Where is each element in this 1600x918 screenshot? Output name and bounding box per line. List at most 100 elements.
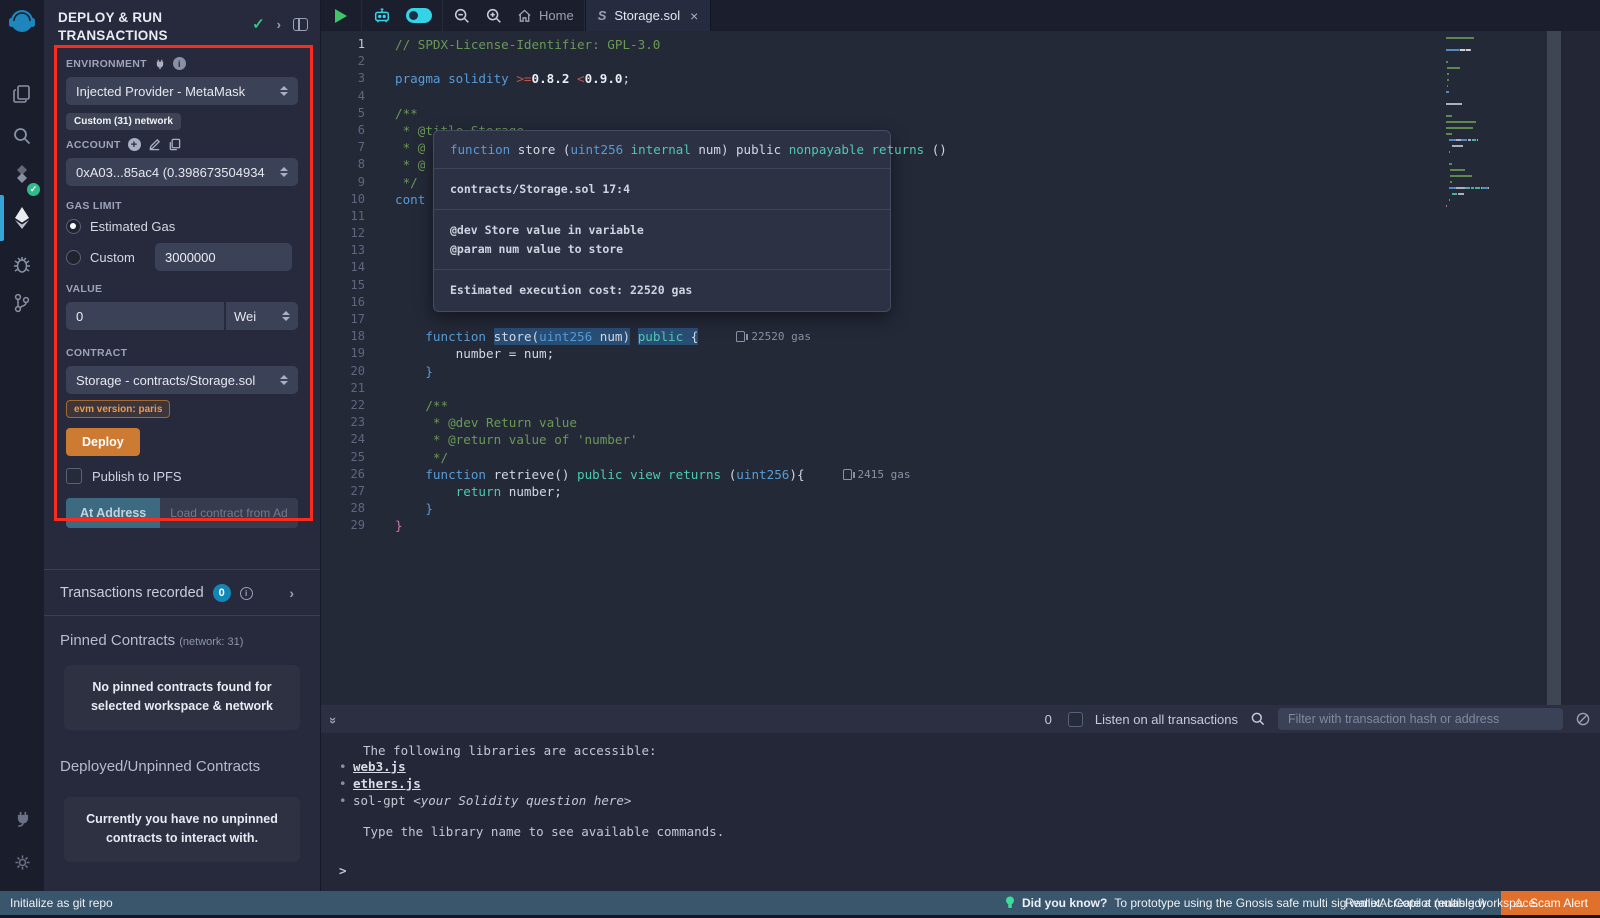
fuel-pump-icon	[736, 331, 745, 342]
add-account-icon[interactable]: +	[128, 138, 141, 151]
code-line: }	[395, 500, 911, 517]
ai-copilot-robot-icon[interactable]	[372, 7, 392, 25]
git-init-status[interactable]: Initialize as git repo	[10, 896, 113, 910]
home-label: Home	[539, 8, 574, 23]
deployed-contracts-title: Deployed/Unpinned Contracts	[44, 730, 320, 775]
file-explorer-icon[interactable]	[0, 76, 44, 112]
library-link[interactable]: ethers.js	[353, 776, 421, 791]
compile-success-badge: ✓	[27, 183, 40, 196]
tooltip-file-path: contracts/Storage.sol 17:4	[434, 169, 890, 210]
line-number: 16	[321, 294, 365, 311]
line-number: 9	[321, 174, 365, 191]
panel-check-icon: ✓	[252, 15, 265, 33]
terminal-output[interactable]: The following libraries are accessible: …	[321, 733, 1600, 891]
environment-value: Injected Provider - MetaMask	[76, 84, 245, 99]
search-icon[interactable]	[0, 118, 44, 154]
publish-ipfs-checkbox[interactable]	[66, 468, 82, 484]
line-number: 14	[321, 259, 365, 276]
line-number: 18	[321, 328, 365, 345]
transactions-expand-icon[interactable]: ›	[289, 585, 294, 601]
panel-forward-icon[interactable]: ›	[277, 17, 281, 32]
deploy-run-icon[interactable]	[0, 200, 44, 236]
line-number: 5	[321, 105, 365, 122]
tip-text: To prototype using the Gnosis safe multi…	[1114, 896, 1538, 910]
transaction-filter-input[interactable]	[1278, 708, 1563, 730]
remix-logo-icon[interactable]	[0, 6, 44, 42]
line-number: 10	[321, 191, 365, 208]
line-number: 22	[321, 397, 365, 414]
copilot-toggle[interactable]	[406, 8, 432, 23]
line-number: 19	[321, 345, 365, 362]
code-line: /**	[395, 397, 911, 414]
value-unit-select[interactable]: Wei	[226, 302, 298, 330]
edit-account-icon[interactable]	[148, 138, 161, 151]
terminal-list-item: sol-gpt <your Solidity question here>	[339, 793, 1600, 810]
code-line: return number;	[395, 483, 911, 500]
line-number: 13	[321, 242, 365, 259]
terminal-collapse-icon[interactable]: »	[326, 716, 341, 721]
tip-title: Did you know?	[1022, 896, 1107, 910]
line-number: 25	[321, 449, 365, 466]
plug-icon[interactable]	[154, 58, 166, 70]
listen-all-transactions-checkbox[interactable]	[1068, 712, 1083, 727]
solidity-file-icon: S	[598, 8, 607, 23]
home-tab[interactable]: Home	[517, 8, 574, 23]
line-number: 15	[321, 277, 365, 294]
line-number: 2	[321, 53, 365, 70]
line-number: 24	[321, 431, 365, 448]
account-select[interactable]: 0xA03...85ac4 (0.398673504934	[66, 158, 298, 186]
lightbulb-icon	[1005, 896, 1015, 910]
environment-select[interactable]: Injected Provider - MetaMask	[66, 77, 298, 105]
clear-console-icon[interactable]	[1575, 711, 1591, 727]
at-address-input[interactable]	[160, 498, 298, 528]
line-number: 26	[321, 466, 365, 483]
line-number: 6	[321, 122, 365, 139]
copy-account-icon[interactable]	[168, 138, 181, 151]
scam-alert-label: Scam Alert	[1530, 896, 1588, 910]
contract-select[interactable]: Storage - contracts/Storage.sol	[66, 366, 298, 394]
zoom-out-icon[interactable]	[453, 7, 471, 25]
tab-storage-sol[interactable]: S Storage.sol ×	[585, 0, 712, 31]
plugin-manager-icon[interactable]	[0, 800, 44, 836]
code-editor[interactable]: 1234567891011121314151617181920212223242…	[321, 31, 1600, 705]
transactions-info-icon[interactable]: i	[240, 587, 253, 600]
at-address-button[interactable]: At Address	[66, 498, 160, 528]
did-you-know-tip: Did you know? To prototype using the Gno…	[1005, 896, 1539, 910]
environment-info-icon[interactable]: i	[173, 57, 186, 70]
close-tab-icon[interactable]: ×	[690, 8, 698, 24]
code-line: * @return value of 'number'	[395, 431, 911, 448]
terminal-prompt[interactable]: >	[339, 863, 1600, 878]
select-caret-icon	[282, 311, 290, 321]
pinned-contracts-title: Pinned Contracts (network: 31)	[44, 616, 320, 649]
pin-panel-icon[interactable]	[293, 18, 308, 31]
line-number: 27	[321, 483, 365, 500]
run-script-icon[interactable]	[335, 9, 347, 23]
git-icon[interactable]	[0, 285, 44, 321]
status-bar: Initialize as git repo Did you know? To …	[0, 891, 1600, 915]
line-number: 12	[321, 225, 365, 242]
line-numbers-gutter: 1234567891011121314151617181920212223242…	[321, 36, 379, 534]
gas-limit-label: GAS LIMIT	[66, 200, 122, 212]
settings-gear-icon[interactable]	[0, 844, 44, 880]
terminal-list-item[interactable]: web3.js	[339, 759, 1600, 776]
editor-minimap[interactable]	[1446, 35, 1546, 209]
library-link[interactable]: web3.js	[353, 759, 406, 774]
editor-right-gutter	[1561, 31, 1600, 705]
custom-gas-input[interactable]	[155, 243, 292, 271]
editor-scrollbar[interactable]	[1547, 31, 1561, 705]
line-number: 7	[321, 139, 365, 156]
zoom-in-icon[interactable]	[485, 7, 503, 25]
custom-gas-radio[interactable]	[66, 250, 81, 265]
value-input[interactable]	[66, 302, 224, 330]
listen-all-transactions-label: Listen on all transactions	[1095, 712, 1238, 727]
line-number: 21	[321, 380, 365, 397]
pinned-contracts-label: Pinned Contracts	[60, 632, 175, 649]
solidity-compiler-icon[interactable]: ✓	[0, 158, 44, 194]
estimated-gas-label: Estimated Gas	[90, 219, 175, 234]
deploy-button[interactable]: Deploy	[66, 428, 140, 456]
debugger-icon[interactable]	[0, 246, 44, 282]
terminal-library-list: web3.js ethers.js sol-gpt <your Solidity q…	[339, 759, 1600, 810]
fuel-pump-icon	[843, 469, 852, 480]
terminal-list-item[interactable]: ethers.js	[339, 776, 1600, 793]
estimated-gas-radio[interactable]	[66, 219, 81, 234]
